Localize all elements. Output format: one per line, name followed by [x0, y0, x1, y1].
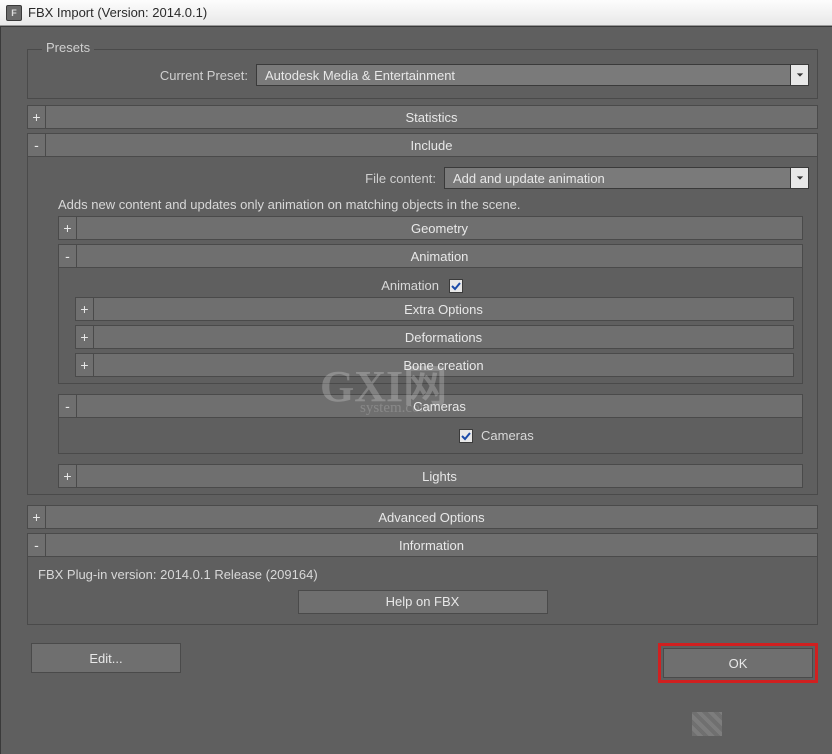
chevron-down-icon — [790, 65, 808, 85]
collapse-icon: - — [59, 395, 77, 417]
presets-legend: Presets — [42, 40, 94, 55]
current-preset-value: Autodesk Media & Entertainment — [257, 68, 790, 83]
expand-icon: + — [59, 217, 77, 239]
titlebar: F FBX Import (Version: 2014.0.1) — [0, 0, 832, 26]
section-cameras-title: Cameras — [77, 399, 802, 414]
file-content-value: Add and update animation — [445, 171, 790, 186]
animation-checkbox-label: Animation — [59, 278, 449, 293]
collapse-icon: - — [59, 245, 77, 267]
current-preset-label: Current Preset: — [36, 68, 256, 83]
section-information-title: Information — [46, 538, 817, 553]
ok-button-highlight: OK — [658, 643, 818, 683]
help-on-fbx-button[interactable]: Help on FBX — [298, 590, 548, 614]
collapse-icon: - — [28, 134, 46, 156]
expand-icon: + — [76, 298, 94, 320]
section-extra-options-title: Extra Options — [94, 302, 793, 317]
cameras-body: Cameras — [58, 418, 803, 454]
animation-checkbox[interactable] — [449, 279, 463, 293]
section-lights-title: Lights — [77, 469, 802, 484]
section-geometry-title: Geometry — [77, 221, 802, 236]
include-body: File content: Add and update animation A… — [27, 157, 818, 495]
expand-icon: + — [76, 354, 94, 376]
section-bone-creation-title: Bone creation — [94, 358, 793, 373]
ok-button[interactable]: OK — [663, 648, 813, 678]
section-statistics-title: Statistics — [46, 110, 817, 125]
section-information[interactable]: - Information — [27, 533, 818, 557]
section-geometry[interactable]: + Geometry — [58, 216, 803, 240]
information-body: FBX Plug-in version: 2014.0.1 Release (2… — [27, 557, 818, 625]
bottom-button-row: Edit... OK — [13, 643, 832, 683]
section-statistics[interactable]: + Statistics — [27, 105, 818, 129]
section-advanced-options-title: Advanced Options — [46, 510, 817, 525]
window-title: FBX Import (Version: 2014.0.1) — [28, 5, 207, 20]
current-preset-combo[interactable]: Autodesk Media & Entertainment — [256, 64, 809, 86]
app-icon: F — [6, 5, 22, 21]
file-content-label: File content: — [44, 171, 444, 186]
section-lights[interactable]: + Lights — [58, 464, 803, 488]
expand-icon: + — [76, 326, 94, 348]
cameras-checkbox[interactable] — [459, 429, 473, 443]
dialog-body: Presets Current Preset: Autodesk Media &… — [0, 26, 832, 754]
section-include[interactable]: - Include — [27, 133, 818, 157]
plugin-version-text: FBX Plug-in version: 2014.0.1 Release (2… — [38, 567, 807, 582]
animation-body: Animation + Extra Options + Deformations… — [58, 268, 803, 384]
edit-button[interactable]: Edit... — [31, 643, 181, 673]
collapse-icon: - — [28, 534, 46, 556]
cameras-checkbox-label: Cameras — [473, 428, 534, 443]
section-include-title: Include — [46, 138, 817, 153]
file-content-description: Adds new content and updates only animat… — [58, 197, 803, 212]
section-advanced-options[interactable]: + Advanced Options — [27, 505, 818, 529]
section-extra-options[interactable]: + Extra Options — [75, 297, 794, 321]
pixel-blur-overlay — [692, 712, 722, 736]
section-animation[interactable]: - Animation — [58, 244, 803, 268]
expand-icon: + — [28, 106, 46, 128]
section-animation-title: Animation — [77, 249, 802, 264]
presets-fieldset: Presets Current Preset: Autodesk Media &… — [27, 49, 818, 99]
section-deformations[interactable]: + Deformations — [75, 325, 794, 349]
section-bone-creation[interactable]: + Bone creation — [75, 353, 794, 377]
expand-icon: + — [59, 465, 77, 487]
expand-icon: + — [28, 506, 46, 528]
section-deformations-title: Deformations — [94, 330, 793, 345]
chevron-down-icon — [790, 168, 808, 188]
section-cameras[interactable]: - Cameras — [58, 394, 803, 418]
file-content-combo[interactable]: Add and update animation — [444, 167, 809, 189]
